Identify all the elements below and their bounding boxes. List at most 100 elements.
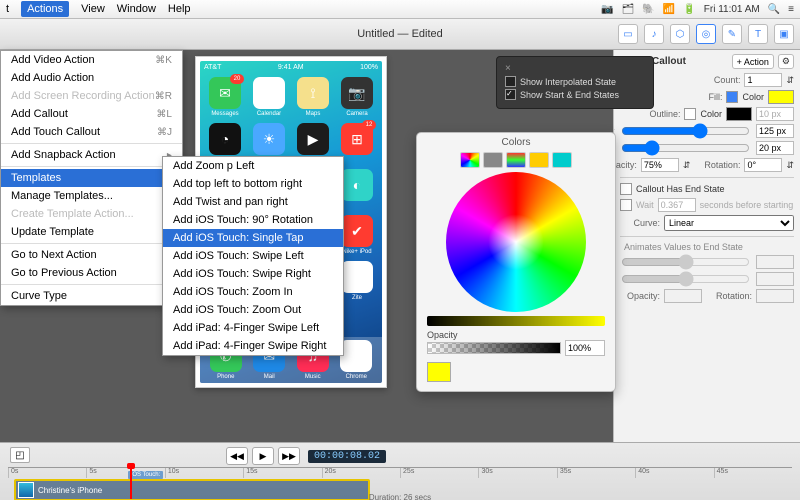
menu-item[interactable]: Add Audio Action xyxy=(1,69,182,87)
fill-checkbox[interactable] xyxy=(726,91,738,103)
crop-button[interactable]: ◰ xyxy=(10,447,30,463)
rotation-label: Rotation: xyxy=(694,160,740,170)
size-input[interactable] xyxy=(756,124,794,138)
color-tab[interactable] xyxy=(529,152,549,168)
spacing-input[interactable] xyxy=(756,141,794,155)
submenu-item[interactable]: Add Twist and pan right xyxy=(163,193,343,211)
menu-item[interactable]: Add Snapback Action ▸ xyxy=(1,146,182,164)
outline-px-input[interactable] xyxy=(756,107,794,121)
submenu-item[interactable]: Add iOS Touch: Zoom In xyxy=(163,283,343,301)
wait-input[interactable] xyxy=(658,198,696,212)
menu-item[interactable]: Add Touch Callout⌘J xyxy=(1,123,182,141)
spacing2-slider xyxy=(621,274,750,284)
window-toolbar: Untitled — Edited ▭ ♪ ⬡ ◎ ✎ T ▣ xyxy=(0,19,800,50)
brightness-slider[interactable] xyxy=(427,316,605,326)
notif-icon[interactable]: ≡ xyxy=(788,4,794,15)
play-button[interactable]: ▶ xyxy=(252,447,274,465)
forward-button[interactable]: ▶▶ xyxy=(278,447,300,465)
tab-video-icon[interactable]: ▭ xyxy=(618,24,638,44)
submenu-item[interactable]: Add Zoom p Left xyxy=(163,157,343,175)
fill-color-label: Color xyxy=(742,92,764,102)
menu-item: Add Screen Recording Action⌘R xyxy=(1,87,182,105)
inspector-tab-icons: ▭ ♪ ⬡ ◎ ✎ T ▣ xyxy=(618,24,794,44)
curve-select[interactable]: Linear xyxy=(664,215,794,231)
battery-icon: 🔋 xyxy=(683,4,695,15)
close-icon[interactable]: × xyxy=(505,63,645,74)
timeline: ◰ ◀◀ ▶ ▶▶ 00:00:08.02 0s5s10s15s20s25s30… xyxy=(0,442,800,500)
add-action-button[interactable]: + Action xyxy=(732,54,774,69)
color-mode-tabs xyxy=(421,152,611,168)
opacity-slider[interactable] xyxy=(427,342,561,354)
menu-item[interactable]: Add Callout⌘L xyxy=(1,105,182,123)
gear-icon[interactable]: ⚙︎ xyxy=(778,54,794,69)
canvas[interactable]: Add Video Action⌘KAdd Audio ActionAdd Sc… xyxy=(0,50,613,442)
opacity-input[interactable] xyxy=(565,340,605,356)
rotation-input[interactable] xyxy=(744,158,782,172)
interp-label: Show Interpolated State xyxy=(520,77,616,87)
phone-app: ⟟Maps xyxy=(294,77,332,117)
menu-t[interactable]: t xyxy=(6,3,9,15)
submenu-item[interactable]: Add iOS Touch: Swipe Left xyxy=(163,247,343,265)
size-slider[interactable] xyxy=(621,126,750,136)
spacing-slider[interactable] xyxy=(621,143,750,153)
color-tab[interactable] xyxy=(552,152,572,168)
color-panel-title: Colors xyxy=(421,137,611,148)
menu-item[interactable]: Manage Templates... xyxy=(1,187,182,205)
tab-annot-icon[interactable]: ⬡ xyxy=(670,24,690,44)
tab-crop-icon[interactable]: ▣ xyxy=(774,24,794,44)
menu-item[interactable]: Templates ▸ xyxy=(1,169,182,187)
interp-checkbox[interactable] xyxy=(505,76,516,87)
phone-statusbar: AT&T 9:41 AM 100% xyxy=(200,61,382,73)
video-clip[interactable]: Christine's iPhone xyxy=(14,479,370,500)
spotlight-icon[interactable]: 🔍 xyxy=(768,4,780,15)
submenu-item[interactable]: Add iPad: 4-Finger Swipe Left xyxy=(163,319,343,337)
clip-thumb xyxy=(18,482,34,498)
action-chip[interactable]: iOS Touch: xyxy=(128,471,163,479)
tab-audio-icon[interactable]: ♪ xyxy=(644,24,664,44)
submenu-item[interactable]: Add iOS Touch: 90° Rotation xyxy=(163,211,343,229)
menu-help[interactable]: Help xyxy=(168,3,191,15)
rewind-button[interactable]: ◀◀ xyxy=(226,447,248,465)
menu-item[interactable]: Add Video Action⌘K xyxy=(1,51,182,69)
startend-checkbox[interactable] xyxy=(505,89,516,100)
color-tab[interactable] xyxy=(506,152,526,168)
time-ruler[interactable]: 0s5s10s15s20s25s30s35s40s45s xyxy=(8,467,792,478)
menu-item[interactable]: Go to Previous Action xyxy=(1,264,182,282)
status-icon: 🐘 xyxy=(642,4,654,15)
menu-item[interactable]: Go to Next Action xyxy=(1,246,182,264)
menu-window[interactable]: Window xyxy=(117,3,156,15)
playhead[interactable] xyxy=(130,467,132,499)
menubar: t Actions View Window Help 📷 🗂 🐘 📶 🔋 Fri… xyxy=(0,0,800,19)
color-tab[interactable] xyxy=(460,152,480,168)
endstate-checkbox[interactable] xyxy=(620,183,632,195)
submenu-item[interactable]: Add iOS Touch: Zoom Out xyxy=(163,301,343,319)
submenu-item[interactable]: Add iOS Touch: Single Tap xyxy=(163,229,343,247)
tab-callout-icon[interactable]: ◎ xyxy=(696,24,716,44)
tab-text-icon[interactable]: T xyxy=(748,24,768,44)
clip-label: Christine's iPhone xyxy=(38,486,102,495)
menubar-right: 📷 🗂 🐘 📶 🔋 Fri 11:01 AM 🔍 ≡ xyxy=(601,4,794,15)
animates-label: Animates Values to End State xyxy=(624,242,743,252)
fill-swatch[interactable] xyxy=(768,90,794,104)
color-wheel[interactable] xyxy=(446,172,586,312)
menu-item[interactable]: Update Template xyxy=(1,223,182,241)
submenu-item[interactable]: Add iOS Touch: Swipe Right xyxy=(163,265,343,283)
menu-item[interactable]: Curve Type ▸ xyxy=(1,287,182,305)
tab-pen-icon[interactable]: ✎ xyxy=(722,24,742,44)
menu-actions[interactable]: Actions xyxy=(21,1,69,17)
stepper-icon[interactable]: ⇵ xyxy=(683,160,691,171)
opacity-input[interactable] xyxy=(641,158,679,172)
phone-carrier: AT&T xyxy=(204,64,221,71)
wait-checkbox[interactable] xyxy=(620,199,632,211)
submenu-item[interactable]: Add top left to bottom right xyxy=(163,175,343,193)
outline-swatch[interactable] xyxy=(726,107,752,121)
count-input[interactable] xyxy=(744,73,782,87)
outline-checkbox[interactable] xyxy=(684,108,696,120)
stepper-icon[interactable]: ⇵ xyxy=(786,75,794,86)
stepper-icon[interactable]: ⇵ xyxy=(786,160,794,171)
submenu-item[interactable]: Add iPad: 4-Finger Swipe Right xyxy=(163,337,343,355)
duration-label: Duration: 26 secs xyxy=(369,493,431,500)
current-color-swatch[interactable] xyxy=(427,362,451,382)
color-tab[interactable] xyxy=(483,152,503,168)
menu-view[interactable]: View xyxy=(81,3,105,15)
